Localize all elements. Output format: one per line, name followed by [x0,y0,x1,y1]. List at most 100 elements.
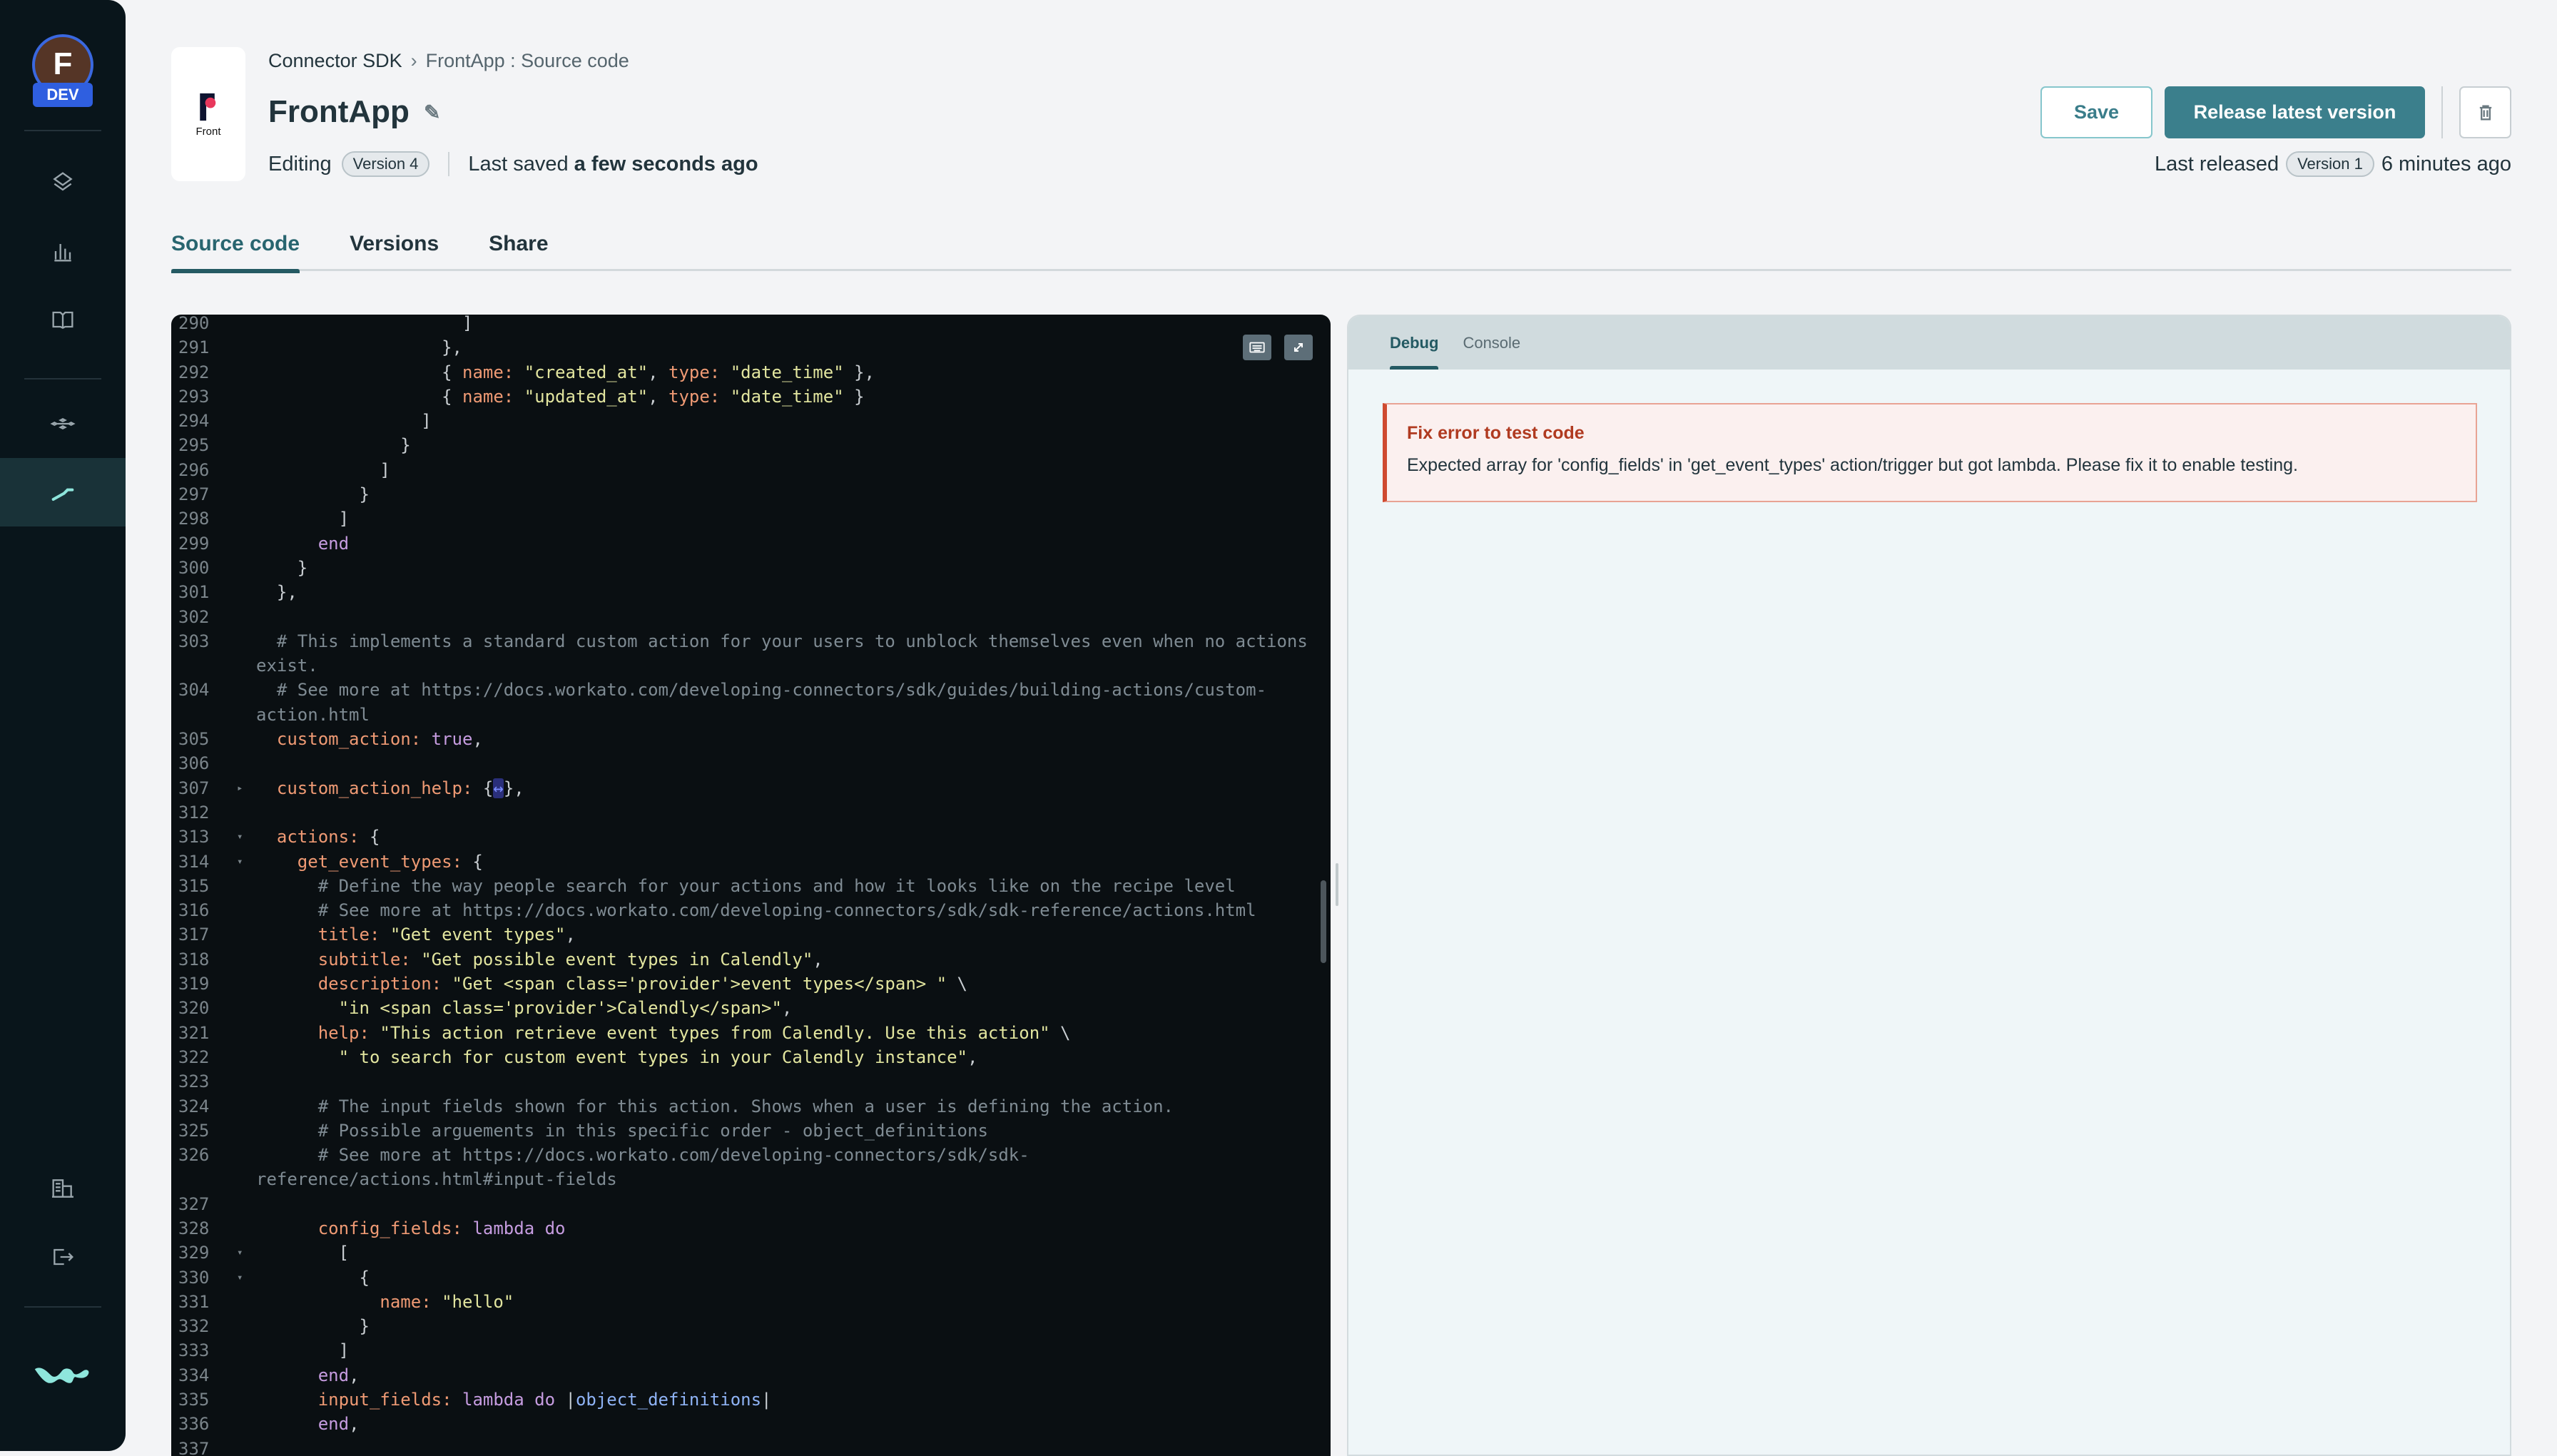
code-line[interactable]: 327 [171,1192,1331,1216]
fold-toggle-icon[interactable]: ▾ [237,1241,256,1265]
layers-icon[interactable] [0,148,126,217]
code-line[interactable]: 324 # The input fields shown for this ac… [171,1094,1331,1119]
last-released-label: Last released [2154,152,2279,175]
code-token: name: [462,386,514,407]
expand-button[interactable] [1284,335,1313,360]
code-lines[interactable]: 290 ] 291 }, 292 { name: "created_at", typ… [171,315,1331,1456]
org-icon[interactable] [0,1154,126,1223]
code-line[interactable]: 294 ] [171,409,1331,433]
code-line[interactable]: 337 [171,1437,1331,1456]
editor-scrollbar[interactable] [1321,880,1326,963]
logout-icon[interactable] [0,1223,126,1291]
tab-source-code[interactable]: Source code [171,227,300,273]
line-number: 295 [178,435,210,456]
code-token: | [761,1390,772,1410]
code-editor[interactable]: 290 ] 291 }, 292 { name: "created_at", typ… [171,315,1331,1456]
code-token: "This action retrieve event types from C… [380,1022,1050,1043]
workato-logo-icon[interactable] [0,1342,126,1410]
code-line[interactable]: 329 ▾ [ [171,1241,1331,1265]
code-token: subtitle: [256,949,411,969]
code-line[interactable]: 298 ] [171,506,1331,531]
code-line[interactable]: 300 } [171,556,1331,580]
save-button[interactable]: Save [2040,86,2152,138]
code-line[interactable]: 293 { name: "updated_at", type: "date_ti… [171,385,1331,409]
line-number: 302 [178,606,210,627]
code-line[interactable]: 322 " to search for custom event types i… [171,1045,1331,1069]
code-line[interactable]: 306 [171,751,1331,775]
breadcrumb-connector-sdk[interactable]: Connector SDK [268,50,402,72]
wrench-icon[interactable] [0,458,126,526]
line-text: } [256,1314,1309,1338]
workflow-icon[interactable] [0,390,126,458]
code-token: # See more at https://docs.workato.com/d… [256,900,1256,921]
code-line[interactable]: 312 [171,800,1331,825]
code-line[interactable]: 291 }, [171,335,1331,360]
code-token: } [256,484,370,505]
code-line[interactable]: 332 } [171,1314,1331,1338]
code-token: "updated_at" [524,386,649,407]
code-line[interactable]: 317 title: "Get event types", [171,922,1331,947]
code-token: type: [669,386,721,407]
code-token: }, [256,337,462,358]
code-line[interactable]: 292 { name: "created_at", type: "date_ti… [171,360,1331,385]
pencil-icon[interactable]: ✎ [424,101,440,124]
line-number: 318 [178,949,210,969]
tab-versions[interactable]: Versions [350,227,439,271]
code-line[interactable]: 331 name: "hello" [171,1290,1331,1314]
release-latest-version-button[interactable]: Release latest version [2165,86,2425,138]
code-line[interactable]: 330 ▾ { [171,1266,1331,1290]
chart-icon[interactable] [0,217,126,285]
code-line[interactable]: 334 end, [171,1363,1331,1388]
fold-toggle-icon[interactable]: ▾ [237,1266,256,1290]
code-line[interactable]: 307 ▸ custom_action_help: {↔}, [171,776,1331,800]
code-line[interactable]: 326 # See more at https://docs.workato.c… [171,1143,1331,1192]
code-line[interactable]: 335 input_fields: lambda do |object_defi… [171,1388,1331,1412]
code-line[interactable]: 299 end [171,531,1331,556]
divider [448,152,450,176]
keyboard-shortcuts-button[interactable] [1243,335,1271,360]
code-line[interactable]: 321 help: "This action retrieve event ty… [171,1021,1331,1045]
collapsed-block-chip[interactable]: ↔ [493,778,504,798]
fold-toggle-icon[interactable]: ▾ [237,825,256,849]
tab-console[interactable]: Console [1463,316,1520,370]
code-token: ] [256,411,432,432]
line-text: config_fields: lambda do [256,1216,1309,1241]
code-line[interactable]: 336 end, [171,1412,1331,1436]
code-line[interactable]: 305 custom_action: true, [171,727,1331,751]
tab-share[interactable]: Share [489,227,548,271]
edit-status: Editing Version 4 Last saved a few secon… [268,151,758,177]
code-line[interactable]: 303 # This implements a standard custom … [171,629,1331,678]
code-line[interactable]: 318 subtitle: "Get possible event types … [171,947,1331,972]
code-line[interactable]: 328 config_fields: lambda do [171,1216,1331,1241]
code-line[interactable]: 297 } [171,482,1331,506]
code-line[interactable]: 313 ▾ actions: { [171,825,1331,849]
code-line[interactable]: 323 [171,1069,1331,1094]
code-line[interactable]: 302 [171,605,1331,629]
code-line[interactable]: 320 "in <span class='provider'>Calendly<… [171,996,1331,1020]
code-line[interactable]: 319 description: "Get <span class='provi… [171,972,1331,996]
fold-gutter [237,1363,256,1388]
code-token: { [472,778,494,798]
book-icon[interactable] [0,285,126,354]
panel-resize-handle[interactable] [1336,863,1338,906]
code-line[interactable]: 304 # See more at https://docs.workato.c… [171,678,1331,727]
code-token: type: [669,362,721,382]
code-line[interactable]: 314 ▾ get_event_types: { [171,850,1331,874]
code-line[interactable]: 325 # Possible arguements in this specif… [171,1119,1331,1143]
code-line[interactable]: 333 ] [171,1338,1331,1363]
code-line[interactable]: 301 }, [171,580,1331,604]
code-line[interactable]: 316 # See more at https://docs.workato.c… [171,898,1331,922]
fold-toggle-icon[interactable]: ▸ [237,776,256,800]
code-line[interactable]: 290 ] [171,315,1331,335]
line-number: 324 [178,1096,210,1116]
tab-debug[interactable]: Debug [1390,316,1439,370]
line-text: { name: "created_at", type: "date_time" … [256,360,1309,385]
delete-button[interactable] [2459,86,2511,138]
code-line[interactable]: 296 ] [171,458,1331,482]
code-line[interactable]: 295 } [171,433,1331,457]
fold-toggle-icon[interactable]: ▾ [237,850,256,874]
code-token: end [256,1414,350,1435]
code-line[interactable]: 315 # Define the way people search for y… [171,874,1331,898]
line-text: } [256,482,1309,506]
line-text: ] [256,506,1309,531]
